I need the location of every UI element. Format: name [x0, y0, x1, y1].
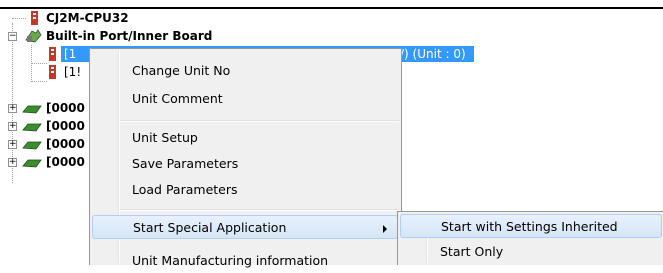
menu-item-start-only[interactable]: Start Only [400, 240, 662, 264]
tree-unit-label: [0000 [46, 155, 85, 169]
collapse-icon[interactable]: − [8, 32, 17, 41]
menu-item-start-special-application[interactable]: Start Special Application [92, 215, 398, 239]
menu-item-label: Unit Setup [132, 130, 198, 145]
tree-line [31, 81, 47, 82]
menu-item-label: Load Parameters [132, 182, 238, 197]
port-board-icon [25, 29, 42, 43]
plc-icon [31, 11, 38, 25]
menu-item-label: Unit Comment [132, 91, 223, 106]
tree-unit-label: [0000 [46, 119, 85, 133]
unit-icon [22, 123, 42, 132]
menu-item-label: Save Parameters [132, 156, 239, 171]
unit-icon [22, 141, 42, 150]
menu-item-label: Start with Settings Inherited [441, 219, 618, 234]
menu-item-unit-manufacturing-information[interactable]: Unit Manufacturing information [92, 249, 397, 273]
tree-selected-suffix: /) (Unit : 0) [400, 47, 466, 61]
tree-selected-label: [1 [64, 47, 77, 61]
menu-item-label: Change Unit No [132, 63, 231, 78]
plc-icon [49, 65, 56, 79]
expand-icon[interactable]: + [8, 140, 17, 149]
unit-icon [22, 159, 42, 168]
tree-unit-label: [0000 [46, 101, 85, 115]
tree-unit-label: [0000 [46, 137, 85, 151]
menu-item-label: Start Only [440, 244, 504, 259]
context-menu: Change Unit No Unit Comment Unit Setup S… [89, 48, 402, 268]
submenu-arrow-icon [383, 225, 387, 233]
menu-separator [120, 120, 399, 122]
tree-row-port[interactable]: − Built-in Port/Inner Board [0, 27, 300, 45]
menu-item-label: Start Special Application [133, 220, 287, 235]
submenu: Start with Settings Inherited Start Only [397, 211, 663, 265]
menu-separator [120, 209, 399, 211]
tree-port-label: Built-in Port/Inner Board [46, 29, 213, 43]
tree-item-label: [1! [64, 65, 82, 79]
tree-row-root[interactable]: CJ2M-CPU32 [0, 9, 300, 27]
menu-item-save-parameters[interactable]: Save Parameters [92, 152, 397, 176]
tree-root-label: CJ2M-CPU32 [46, 11, 129, 25]
menu-item-change-unit-no[interactable]: Change Unit No [92, 59, 397, 83]
plc-icon [49, 47, 56, 61]
menu-item-load-parameters[interactable]: Load Parameters [92, 178, 397, 202]
menu-item-unit-setup[interactable]: Unit Setup [92, 126, 397, 150]
expand-icon[interactable]: + [8, 158, 17, 167]
menu-item-start-with-settings-inherited[interactable]: Start with Settings Inherited [400, 214, 662, 238]
unit-icon [22, 105, 42, 114]
expand-icon[interactable]: + [8, 122, 17, 131]
menu-item-unit-comment[interactable]: Unit Comment [92, 87, 397, 111]
expand-icon[interactable]: + [8, 104, 17, 113]
menu-item-label: Unit Manufacturing information [132, 253, 329, 268]
